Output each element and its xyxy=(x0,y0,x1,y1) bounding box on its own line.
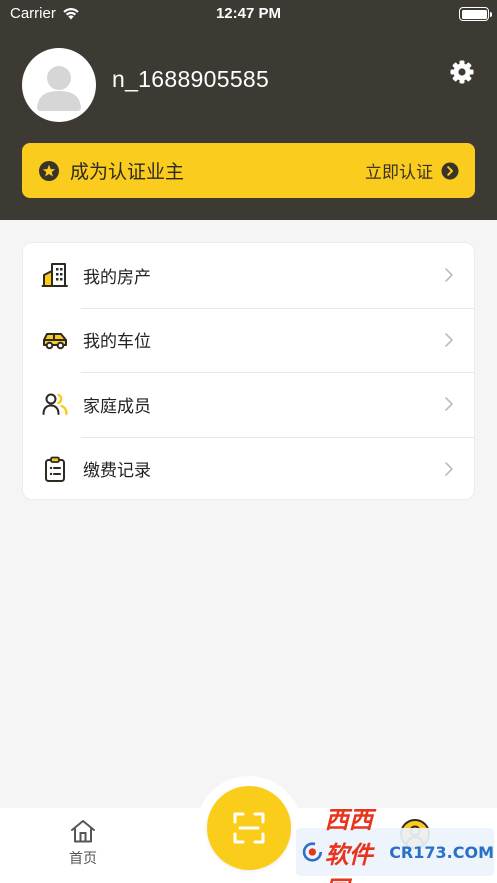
battery-icon xyxy=(459,7,492,21)
menu-item-label: 我的房产 xyxy=(83,267,151,288)
family-icon xyxy=(42,393,68,416)
scan-button[interactable] xyxy=(207,786,291,870)
menu-card: 我的房产 我的车位 家庭成员 缴费记录 xyxy=(22,242,475,500)
default-avatar-icon xyxy=(37,66,81,111)
menu-item-payment-records[interactable]: 缴费记录 xyxy=(23,436,474,502)
status-time: 12:47 PM xyxy=(215,5,282,22)
watermark: 西西软件园 CR173.COM xyxy=(296,806,494,883)
username: n_1688905585 xyxy=(112,66,270,92)
menu-item-label: 我的车位 xyxy=(83,332,151,353)
scan-icon xyxy=(233,812,265,844)
watermark-site: CR173.COM xyxy=(389,842,494,862)
gear-icon xyxy=(450,60,474,84)
watermark-brand: 西西软件园 xyxy=(324,805,373,883)
menu-item-family-members[interactable]: 家庭成员 xyxy=(23,372,474,437)
profile-header: Carrier 12:47 PM n_1688905585 成为认证业主 立即认… xyxy=(0,0,497,220)
verify-now-link[interactable]: 立即认证 xyxy=(365,158,459,183)
owner-verification-banner[interactable]: 成为认证业主 立即认证 xyxy=(22,143,475,198)
star-badge-icon xyxy=(39,160,59,181)
clipboard-icon xyxy=(45,456,65,482)
chevron-right-icon xyxy=(445,461,453,476)
car-icon xyxy=(43,332,67,350)
verification-title: 成为认证业主 xyxy=(70,161,185,183)
chevron-right-icon xyxy=(445,332,453,347)
menu-item-label: 家庭成员 xyxy=(83,396,151,417)
menu-item-label: 缴费记录 xyxy=(83,461,151,482)
status-bar: Carrier 12:47 PM xyxy=(0,0,497,30)
chevron-right-icon xyxy=(445,268,453,283)
building-icon xyxy=(41,263,68,288)
tab-home-label: 首页 xyxy=(69,851,97,867)
watermark-logo-icon xyxy=(302,842,323,862)
chevron-right-icon xyxy=(445,397,453,412)
menu-item-my-property[interactable]: 我的房产 xyxy=(23,243,474,308)
settings-button[interactable] xyxy=(448,58,476,86)
avatar[interactable] xyxy=(22,48,96,122)
arrow-circle-right-icon xyxy=(441,162,459,179)
verify-now-label: 立即认证 xyxy=(365,163,433,183)
tab-home[interactable]: 首页 xyxy=(50,818,116,868)
home-icon xyxy=(71,820,95,843)
menu-item-my-parking[interactable]: 我的车位 xyxy=(23,307,474,373)
